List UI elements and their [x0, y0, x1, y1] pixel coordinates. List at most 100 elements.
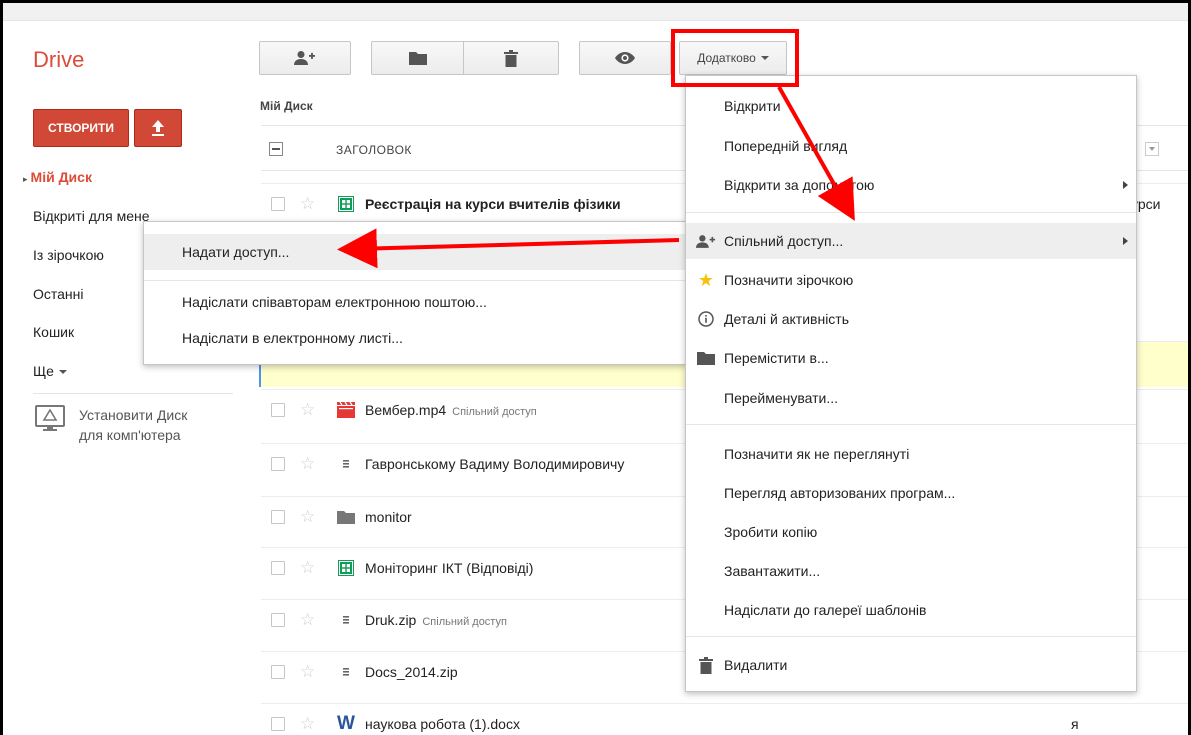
menu-separator — [686, 212, 1136, 213]
annotation-highlight-box — [671, 29, 799, 87]
star-icon[interactable]: ☆ — [300, 559, 315, 576]
row-checkbox[interactable] — [271, 509, 285, 524]
menu-item-details[interactable]: Деталі й активність — [686, 301, 1136, 337]
menu-item-send-in-email[interactable]: Надіслати в електронному листі... — [144, 320, 685, 356]
menu-item-open-with[interactable]: Відкрити за допомогою — [686, 167, 1136, 203]
menu-item-sharing[interactable]: Спільний доступ... — [686, 223, 1136, 259]
star-icon[interactable]: ☆ — [300, 508, 315, 525]
star-icon[interactable]: ☆ — [300, 611, 315, 628]
trash-icon — [504, 49, 518, 67]
sidebar-item-starred[interactable]: Із зірочкою — [33, 247, 104, 263]
file-name[interactable]: Гавронському Вадиму Володимировичу — [365, 456, 624, 472]
zip-icon — [337, 663, 355, 681]
drive-logo[interactable]: Drive — [33, 47, 84, 73]
submenu-arrow-icon — [1123, 237, 1128, 245]
sidebar-item-shared-with-me[interactable]: Відкриті для мене — [33, 208, 150, 224]
select-all-checkbox[interactable] — [269, 142, 283, 156]
more-menu: Відкрити Попередній вигляд Відкрити за д… — [685, 75, 1137, 692]
table-row[interactable]: ☆ W наукова робота (1).docx я — [261, 703, 1188, 735]
menu-item-authorized-apps[interactable]: Перегляд авторизованих програм... — [686, 475, 1136, 511]
menu-item-label: Надіслати в електронному листі... — [182, 330, 403, 346]
zip-icon — [337, 455, 355, 473]
sidebar-item-recent[interactable]: Останні — [33, 286, 84, 302]
column-options-button[interactable] — [1145, 142, 1159, 156]
row-checkbox[interactable] — [271, 456, 285, 471]
upload-button[interactable] — [134, 109, 182, 147]
star-icon: ★ — [697, 269, 715, 290]
sidebar-item-my-drive[interactable]: ▸ Мій Диск — [23, 169, 92, 185]
menu-separator — [686, 636, 1136, 637]
menu-item-label: Надіслати до галереї шаблонів — [724, 602, 927, 618]
sidebar-item-more[interactable]: Ще — [33, 363, 67, 379]
menu-item-label: Спільний доступ... — [724, 233, 844, 249]
folder-icon — [337, 508, 355, 526]
menu-item-label: Позначити зірочкою — [724, 272, 854, 288]
zip-icon — [337, 611, 355, 629]
folder-icon — [408, 52, 427, 65]
menu-item-delete[interactable]: Видалити — [686, 647, 1136, 683]
preview-button[interactable] — [579, 41, 671, 75]
star-icon[interactable]: ☆ — [300, 401, 315, 418]
sidebar-item-label: Мій Диск — [30, 169, 92, 185]
star-icon[interactable]: ☆ — [300, 455, 315, 472]
create-button[interactable]: СТВОРИТИ — [33, 109, 129, 147]
menu-item-download[interactable]: Завантажити... — [686, 553, 1136, 589]
menu-item-label: Надати доступ... — [182, 244, 290, 260]
file-name[interactable]: Docs_2014.zip — [365, 664, 458, 680]
folder-icon — [696, 348, 716, 368]
row-checkbox[interactable] — [271, 664, 285, 679]
trash-icon — [696, 655, 716, 675]
breadcrumb[interactable]: Мій Диск — [260, 99, 313, 113]
star-icon[interactable]: ☆ — [300, 195, 315, 212]
menu-separator — [686, 424, 1136, 425]
row-checkbox[interactable] — [271, 402, 285, 417]
row-checkbox[interactable] — [271, 196, 285, 211]
add-person-icon — [294, 51, 315, 65]
video-icon — [337, 401, 355, 419]
menu-item-move-to[interactable]: Перемістити в... — [686, 340, 1136, 376]
file-meta: я — [1071, 715, 1079, 732]
column-title[interactable]: ЗАГОЛОВОК — [336, 143, 412, 157]
file-name-text: Druk.zip — [365, 611, 417, 628]
word-icon: W — [337, 712, 355, 734]
shared-badge: Спільний доступ — [422, 615, 507, 628]
share-button[interactable] — [259, 41, 351, 75]
spreadsheet-icon — [337, 559, 355, 577]
menu-item-preview[interactable]: Попередній вигляд — [686, 128, 1136, 164]
row-checkbox[interactable] — [271, 612, 285, 627]
star-icon[interactable]: ☆ — [300, 715, 315, 732]
menu-item-label: Перейменувати... — [724, 390, 839, 406]
menu-item-make-copy[interactable]: Зробити копію — [686, 514, 1136, 550]
menu-item-rename[interactable]: Перейменувати... — [686, 380, 1136, 416]
row-checkbox[interactable] — [271, 560, 285, 575]
file-name[interactable]: Вембер.mp4 Спільний доступ — [365, 402, 537, 418]
star-icon[interactable]: ☆ — [300, 663, 315, 680]
menu-item-label: Попередній вигляд — [724, 138, 848, 154]
menu-item-open[interactable]: Відкрити — [686, 88, 1136, 124]
menu-item-email-collaborators[interactable]: Надіслати співавторам електронною поштою… — [144, 284, 685, 320]
menu-item-label: Відкрити — [724, 98, 781, 114]
monitor-icon — [35, 405, 65, 431]
triangle-right-icon: ▸ — [23, 174, 28, 184]
move-to-folder-button[interactable] — [371, 41, 463, 75]
add-person-icon — [696, 231, 716, 251]
row-checkbox[interactable] — [271, 716, 285, 731]
menu-item-label: Перемістити в... — [724, 350, 829, 366]
sidebar-item-label: Ще — [33, 363, 54, 379]
file-name[interactable]: наукова робота (1).docx — [365, 716, 520, 732]
menu-item-mark-unviewed[interactable]: Позначити як не переглянуті — [686, 436, 1136, 472]
menu-item-label: Надіслати співавторам електронною поштою… — [182, 294, 487, 310]
install-drive-link[interactable]: Установити Диск для комп'ютера — [35, 405, 187, 445]
delete-button[interactable] — [463, 41, 559, 75]
menu-item-star[interactable]: ★ Позначити зірочкою — [686, 262, 1136, 298]
file-name[interactable]: monitor — [365, 509, 412, 525]
file-name[interactable]: Моніторинг ІКТ (Відповіді) — [365, 560, 533, 576]
spreadsheet-icon — [337, 195, 355, 213]
menu-item-label: Видалити — [724, 657, 788, 673]
drive-window: Drive Додатково СТВОРИТИ ▸ Мій Диск Відкр… — [0, 0, 1191, 735]
menu-item-grant-access[interactable]: Надати доступ... — [144, 234, 685, 270]
sidebar-item-trash[interactable]: Кошик — [33, 324, 74, 340]
file-name[interactable]: Реєстрація на курси вчителів фізики — [365, 196, 621, 212]
file-name[interactable]: Druk.zip Спільний доступ — [365, 612, 507, 628]
menu-item-submit-template[interactable]: Надіслати до галереї шаблонів — [686, 592, 1136, 628]
